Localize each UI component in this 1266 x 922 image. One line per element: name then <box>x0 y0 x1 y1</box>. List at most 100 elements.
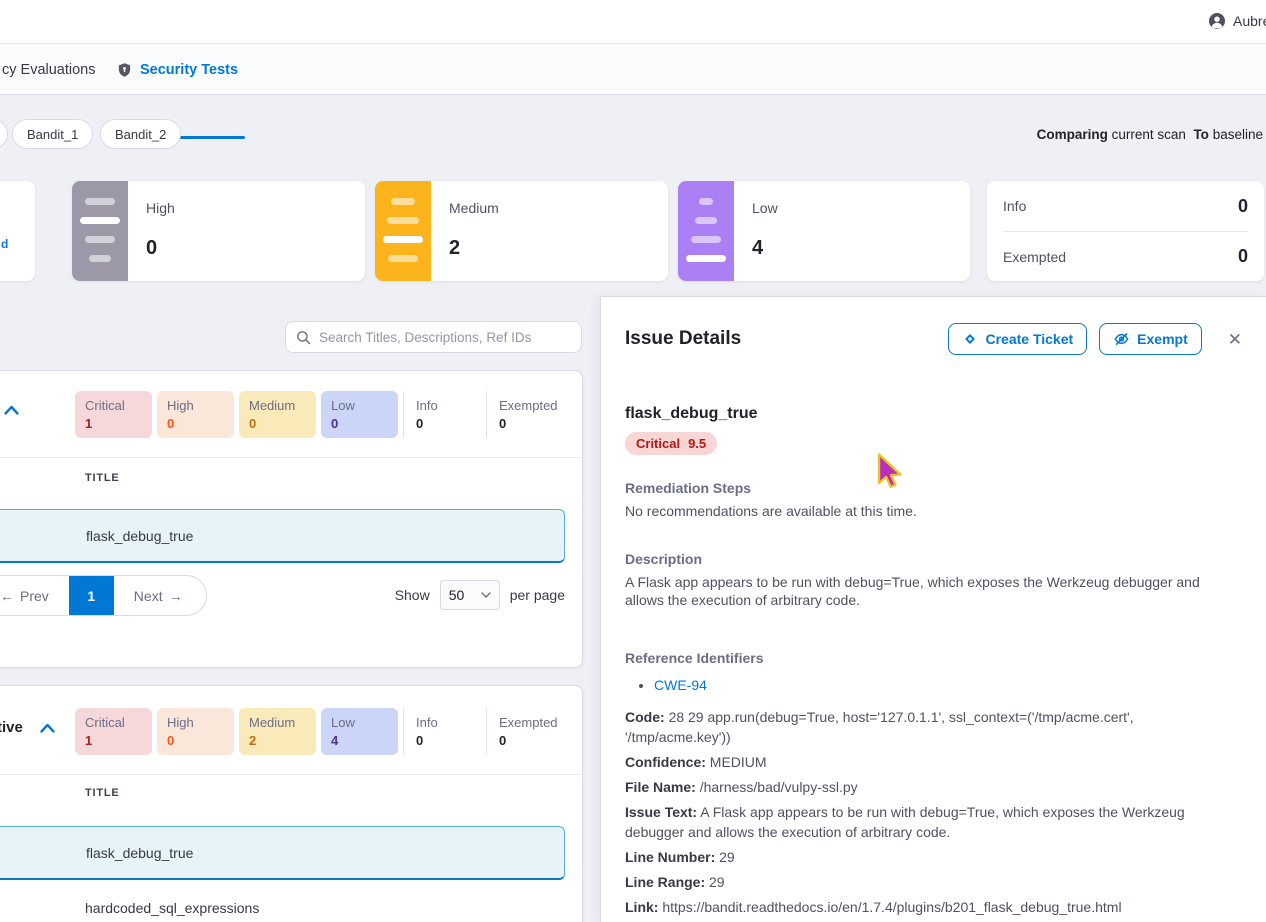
ticket-diamond-icon <box>962 331 978 347</box>
scanner-pill-partial[interactable] <box>0 119 8 149</box>
summary-card-info-exempted[interactable]: Info 0 Exempted 0 <box>987 181 1264 281</box>
tab-bar: cy Evaluations Security Tests <box>0 44 1266 95</box>
reference-identifiers-heading: Reference Identifiers <box>625 650 1242 666</box>
severity-chips: Critical 1 High 0 Medium 2 Low 4 Info 0 … <box>75 708 569 755</box>
to-value: baseline <box>1213 127 1263 142</box>
field-value: 28 29 app.run(debug=True, host='127.0.1.… <box>625 709 1134 745</box>
chevron-down-icon <box>481 592 491 598</box>
chevron-up-icon <box>39 722 56 734</box>
summary-card-label: Medium <box>449 200 499 216</box>
chip-high: High 0 <box>157 391 234 438</box>
divider <box>0 457 582 458</box>
user-name: Aubre <box>1233 13 1266 29</box>
tab-security-tests[interactable]: Security Tests <box>117 44 238 95</box>
severity-chips: Critical 1 High 0 Medium 0 Low 0 Info 0 … <box>75 391 569 438</box>
per-page-label: per page <box>510 587 565 603</box>
issue-row-flask-debug-true[interactable]: flask_debug_true <box>0 509 565 563</box>
chevron-up-icon <box>3 404 20 416</box>
field-label: Link: <box>625 899 658 915</box>
chip-count: 0 <box>499 733 554 748</box>
chip-count: 1 <box>85 416 142 431</box>
info-row: Info 0 <box>1003 181 1248 231</box>
summary-card-label: High <box>146 200 175 216</box>
create-ticket-button[interactable]: Create Ticket <box>948 323 1087 355</box>
show-label: Show <box>395 587 430 603</box>
chip-medium: Medium 2 <box>239 708 316 755</box>
chip-label: Medium <box>249 715 306 730</box>
summary-card-medium[interactable]: Medium 2 <box>375 181 668 281</box>
low-severity-meter-icon <box>678 181 734 281</box>
issue-row-hardcoded-sql-expressions[interactable]: hardcoded_sql_expressions <box>0 881 565 922</box>
chip-label: Info <box>416 398 471 413</box>
chip-count: 0 <box>167 733 224 748</box>
search-input[interactable] <box>319 330 571 345</box>
scanner-pill-bandit-2[interactable]: Bandit_2 <box>100 119 181 149</box>
field-label: Line Number: <box>625 849 715 865</box>
to-label: To <box>1193 127 1209 142</box>
chip-label: Critical <box>85 398 142 413</box>
chip-count: 2 <box>249 733 306 748</box>
shield-icon <box>117 62 132 78</box>
severity-badge-label: Critical <box>636 436 680 451</box>
field-label: File Name: <box>625 779 696 795</box>
description-heading: Description <box>625 551 1242 567</box>
page-size-value: 50 <box>449 587 465 603</box>
page-size-control: Show 50 per page <box>395 580 565 610</box>
user-avatar-icon <box>1208 12 1226 30</box>
issue-row-flask-debug-true[interactable]: flask_debug_true <box>0 826 565 880</box>
summary-card-high[interactable]: High 0 <box>72 181 365 281</box>
chip-exempted: Exempted 0 <box>486 708 564 755</box>
comparing-label: Comparing <box>1037 127 1108 142</box>
field-label: Confidence: <box>625 754 706 770</box>
cwe-link[interactable]: CWE-94 <box>654 677 707 693</box>
chip-label: High <box>167 715 224 730</box>
user-menu[interactable]: Aubre <box>1208 12 1266 30</box>
collapse-section-button[interactable] <box>3 404 20 416</box>
high-severity-meter-icon <box>72 181 128 281</box>
field-value: A Flask app appears to be run with debug… <box>625 804 1185 840</box>
chip-label: Medium <box>249 398 306 413</box>
chip-label: Low <box>331 398 388 413</box>
chip-label: Exempted <box>499 715 554 730</box>
chip-label: Critical <box>85 715 142 730</box>
field-value: /harness/bad/vulpy-ssl.py <box>700 779 858 795</box>
next-page-button[interactable]: Next → <box>134 588 183 604</box>
field-link: Link: https://bandit.readthedocs.io/en/1… <box>625 897 1242 917</box>
field-line-range: Line Range: 29 <box>625 872 1242 892</box>
section-label-partial: tive <box>0 719 23 736</box>
issue-row-title: flask_debug_true <box>86 845 193 861</box>
chip-high: High 0 <box>157 708 234 755</box>
chip-label: Exempted <box>499 398 554 413</box>
prev-page-button[interactable]: ← Prev <box>0 588 49 604</box>
search-box <box>285 321 582 353</box>
field-code: Code: 28 29 app.run(debug=True, host='12… <box>625 707 1242 747</box>
page-size-select[interactable]: 50 <box>440 580 500 610</box>
truncated-link-fragment[interactable]: d <box>1 237 8 251</box>
tab-security-tests-label: Security Tests <box>140 62 238 78</box>
pagination: ← Prev 1 Next → <box>0 575 207 616</box>
scanner-pill-bandit-1[interactable]: Bandit_1 <box>12 119 93 149</box>
issue-row-title: hardcoded_sql_expressions <box>85 900 259 916</box>
chip-low: Low 4 <box>321 708 398 755</box>
field-confidence: Confidence: MEDIUM <box>625 752 1242 772</box>
exempt-button[interactable]: Exempt <box>1099 323 1202 355</box>
exempted-row: Exempted 0 <box>1003 231 1248 281</box>
chip-critical: Critical 1 <box>75 391 152 438</box>
scanner-pill-label: Bandit_2 <box>115 127 166 142</box>
chip-label: High <box>167 398 224 413</box>
tab-policy-evaluations[interactable]: cy Evaluations <box>0 44 96 95</box>
issue-group-card-2: tive Critical 1 High 0 Medium 2 Low 4 In… <box>0 685 583 922</box>
reference-list: CWE-94 <box>654 675 1242 695</box>
summary-card-critical-partial[interactable] <box>0 181 35 281</box>
issue-group-card-1: Critical 1 High 0 Medium 0 Low 0 Info 0 … <box>0 370 583 668</box>
arrow-left-icon: ← <box>0 588 14 604</box>
collapse-section-button[interactable] <box>39 722 56 734</box>
chip-count: 0 <box>499 416 554 431</box>
field-file-name: File Name: /harness/bad/vulpy-ssl.py <box>625 777 1242 797</box>
page-number-1[interactable]: 1 <box>69 575 114 616</box>
summary-card-low[interactable]: Low 4 <box>678 181 970 281</box>
chip-info: Info 0 <box>403 708 481 755</box>
close-icon[interactable]: ✕ <box>1228 331 1242 348</box>
search-icon <box>296 330 311 345</box>
field-line-number: Line Number: 29 <box>625 847 1242 867</box>
